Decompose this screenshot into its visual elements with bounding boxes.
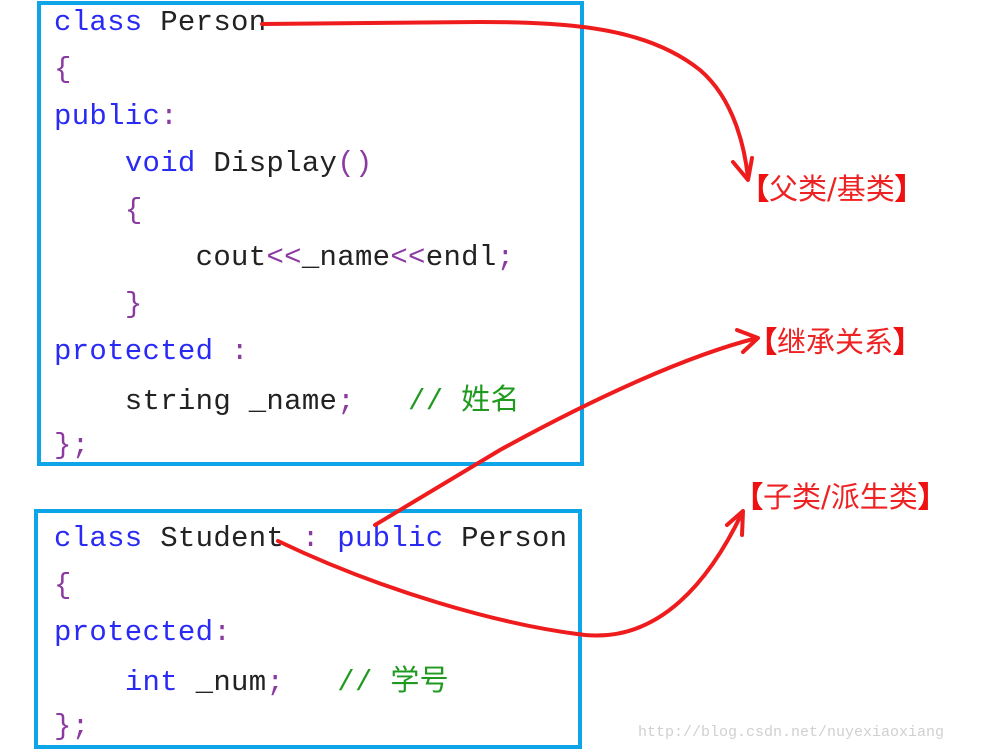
code-token: protected bbox=[54, 335, 214, 368]
code-token: ; bbox=[266, 666, 285, 699]
arrow-head-derived bbox=[725, 509, 745, 537]
code-line: class Student : public Person bbox=[54, 522, 567, 556]
code-line: protected: bbox=[54, 616, 231, 650]
code-line: }; bbox=[54, 429, 89, 463]
label-text: 继承关系 bbox=[777, 325, 894, 359]
code-token: Display bbox=[195, 147, 338, 180]
code-token: }; bbox=[54, 710, 90, 743]
code-token: : bbox=[213, 616, 232, 649]
code-token: }; bbox=[54, 429, 90, 462]
code-line: string _name; // 姓名 bbox=[54, 382, 520, 419]
label-open-bracket: 【 bbox=[748, 325, 778, 359]
code-token: : bbox=[213, 335, 249, 368]
code-token: 姓名 bbox=[461, 382, 520, 416]
label-text: 子类/派生类 bbox=[763, 480, 918, 514]
code-token: protected bbox=[54, 616, 214, 649]
label-close-bracket: 】 bbox=[917, 480, 947, 514]
code-token: class bbox=[54, 522, 143, 555]
label-close-bracket: 】 bbox=[894, 172, 924, 206]
code-token: class bbox=[54, 6, 143, 39]
label-open-bracket: 【 bbox=[740, 172, 770, 206]
label-open-bracket: 【 bbox=[734, 480, 764, 514]
label-close-bracket: 】 bbox=[893, 325, 923, 359]
code-token: : bbox=[160, 100, 178, 133]
code-token: string _name bbox=[54, 385, 338, 418]
derived-class-label: 【子类/派生类】 bbox=[734, 480, 947, 514]
code-token: << bbox=[266, 241, 302, 274]
code-token: public bbox=[54, 100, 161, 133]
inheritance-diagram: class Person { public: void Display() { co… bbox=[0, 0, 989, 755]
code-token: ; bbox=[496, 241, 515, 274]
code-token: Student bbox=[142, 522, 302, 555]
code-token: { bbox=[54, 569, 72, 602]
code-line: }; bbox=[54, 710, 89, 744]
base-class-label: 【父类/基类】 bbox=[740, 172, 924, 206]
code-token: // bbox=[284, 666, 391, 699]
code-token: _name bbox=[301, 241, 391, 274]
code-line: cout<<_name<<endl; bbox=[54, 241, 514, 275]
code-token: Person bbox=[443, 522, 568, 555]
code-token: 学号 bbox=[390, 663, 449, 697]
code-token: int bbox=[124, 666, 178, 699]
code-token: ; bbox=[337, 385, 355, 418]
code-token: : bbox=[301, 522, 320, 555]
code-token: public bbox=[319, 522, 444, 555]
code-token: { bbox=[124, 194, 143, 227]
code-line: public: bbox=[54, 100, 178, 134]
code-line: class Person bbox=[54, 6, 266, 40]
code-token: Person bbox=[142, 6, 267, 39]
code-token: () bbox=[337, 147, 373, 180]
code-token: void bbox=[124, 147, 196, 180]
code-token: } bbox=[124, 288, 143, 321]
code-line: int _num; // 学号 bbox=[54, 663, 449, 700]
inheritance-label: 【继承关系】 bbox=[748, 325, 922, 359]
code-token: endl bbox=[425, 241, 497, 274]
label-text: 父类/基类 bbox=[769, 172, 895, 206]
code-line: { bbox=[54, 194, 143, 228]
code-line: protected : bbox=[54, 335, 249, 369]
code-line: void Display() bbox=[54, 147, 373, 181]
code-line: { bbox=[54, 53, 72, 87]
code-token: // bbox=[354, 385, 462, 418]
code-token: << bbox=[390, 241, 426, 274]
code-token: { bbox=[54, 53, 72, 86]
code-line: { bbox=[54, 569, 72, 603]
code-line: } bbox=[54, 288, 143, 322]
watermark-url: http://blog.csdn.net/nuyexiaoxiang bbox=[638, 724, 945, 741]
code-token: _num bbox=[177, 666, 267, 699]
code-token: cout bbox=[54, 241, 267, 274]
